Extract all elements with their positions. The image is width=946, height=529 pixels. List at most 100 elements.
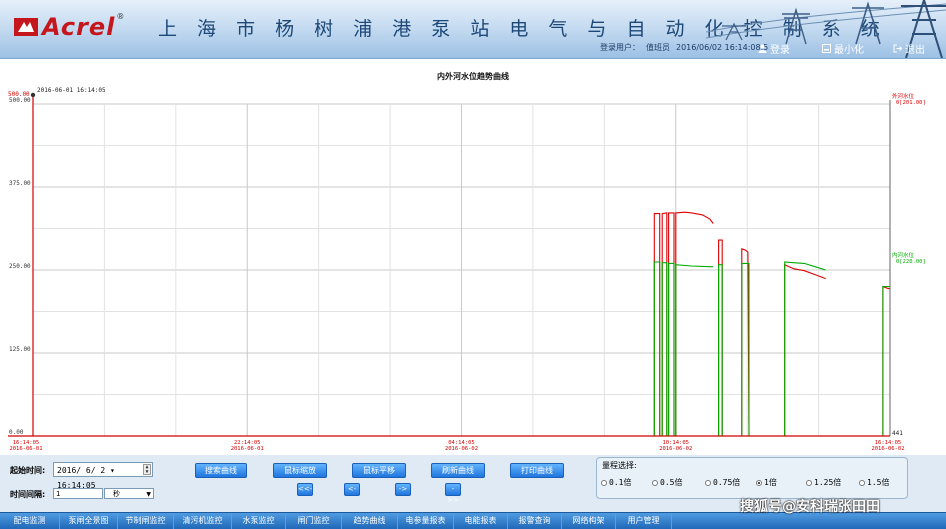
scale-radio-0-5[interactable]: 0.5倍	[652, 477, 682, 488]
scale-option-label: 0.75倍	[713, 478, 741, 487]
mouse-pan-button[interactable]: 鼠标平移	[352, 463, 406, 478]
minimize-label: 最小化	[834, 45, 864, 56]
exit-button[interactable]: 退出	[893, 41, 925, 56]
interval-input[interactable]: 1	[53, 488, 103, 499]
x-tick-date-label: 2016-06-02	[445, 446, 478, 452]
nav-item-4[interactable]: 水泵监控	[232, 513, 286, 529]
scale-label: 量程选择:	[602, 461, 637, 470]
nav-item-1[interactable]: 泵闸全景图	[60, 513, 118, 529]
nav-item-0[interactable]: 配电监测	[0, 513, 60, 529]
time-spinner-icon[interactable]: ▲ ▼	[143, 464, 151, 475]
registered-mark: ®	[116, 12, 125, 21]
scale-radio-0-1[interactable]: 0.1倍	[601, 477, 631, 488]
radio-circle-icon	[806, 479, 812, 486]
print-curve-button[interactable]: 打印曲线	[510, 463, 564, 478]
nav-prev-button[interactable]: <-	[344, 483, 360, 496]
nav-first-button[interactable]: <<-	[297, 483, 313, 496]
nav-last-button[interactable]: ->>	[445, 483, 461, 504]
nav-item-11[interactable]: 用户管理	[616, 513, 672, 529]
start-time-label: 起始时间:	[10, 466, 46, 475]
trend-chart-panel[interactable]: 内外河水位趋势曲线 500.00 375.00 250.00 125.00 0.00 50…	[0, 59, 946, 455]
y-tick-label: 250.00	[9, 263, 31, 270]
series-legend-value: 0[201.00]	[896, 100, 926, 106]
app-header: Acrel ® 上 海 市 杨 树 浦 港 泵 站 电 气 与 自 动 化 控 …	[0, 0, 946, 59]
scale-radio-1-5[interactable]: 1.5倍	[859, 477, 889, 488]
exit-icon	[893, 44, 902, 53]
y-tick-label: 0.00	[9, 429, 24, 436]
y-tick-label: 125.00	[9, 346, 31, 353]
x-tick-date-label: 2016-06-01	[231, 446, 264, 452]
interval-label: 时间间隔:	[10, 490, 46, 499]
series-line-outer	[675, 211, 714, 436]
series-legend-name: 内河水位	[892, 251, 915, 259]
brand-name: Acrel	[42, 13, 116, 41]
watermark-text: 搜狐号@安科瑞张田田	[740, 499, 880, 515]
series-line-inner	[718, 264, 723, 436]
nav-item-5[interactable]: 闸门监控	[286, 513, 342, 529]
y-top-marker: 500.00	[8, 91, 30, 98]
nav-next-button[interactable]: ->	[395, 483, 411, 496]
series-line-inner	[653, 261, 661, 436]
acrel-logo: Acrel ®	[14, 12, 124, 42]
login-button[interactable]: 登录	[758, 41, 790, 56]
nav-item-3[interactable]: 清污机监控	[174, 513, 232, 529]
nav-item-7[interactable]: 电参量报表	[398, 513, 454, 529]
radio-circle-icon	[652, 479, 658, 486]
start-time-value: 2016/ 6/ 2 ▾ 16:14:05	[57, 466, 115, 490]
series-line-outer	[741, 248, 750, 437]
nav-item-2[interactable]: 节制闸监控	[118, 513, 174, 529]
series-line-outer	[882, 285, 890, 436]
radio-circle-icon	[601, 479, 607, 486]
water-level-trend-chart[interactable]: 内外河水位趋势曲线 500.00 375.00 250.00 125.00 0.00 50…	[0, 59, 946, 455]
scale-option-label: 0.1倍	[609, 478, 632, 487]
chart-title: 内外河水位趋势曲线	[437, 71, 509, 81]
current-datetime: 2016/06/02 16:14:08.5	[676, 43, 769, 52]
chevron-down-icon: ▼	[146, 491, 151, 498]
scale-option-label: 1.5倍	[867, 478, 890, 487]
y-tick-label: 375.00	[9, 180, 31, 187]
nav-item-8[interactable]: 电能报表	[454, 513, 508, 529]
series-legend-name: 外河水位	[892, 92, 915, 100]
series-line-outer	[668, 212, 675, 436]
scale-radio-1[interactable]: 1倍	[756, 477, 777, 488]
nav-item-9[interactable]: 报警查询	[508, 513, 562, 529]
refresh-curve-button[interactable]: 刷新曲线	[431, 463, 485, 478]
search-curve-button[interactable]: 搜索曲线	[195, 463, 247, 478]
series-line-inner	[675, 264, 714, 436]
login-user: 值班员	[646, 43, 670, 52]
exit-label: 退出	[905, 45, 925, 56]
start-time-picker[interactable]: 2016/ 6/ 2 ▾ 16:14:05 ▲ ▼	[53, 462, 153, 490]
login-info: 登录用户： 值班员 2016/06/02 16:14:08.5	[600, 42, 774, 53]
mouse-zoom-button[interactable]: 鼠标缩放	[273, 463, 327, 478]
x-end-marker: 441	[892, 430, 903, 437]
scale-radio-0-75[interactable]: 0.75倍	[705, 477, 740, 488]
series-line-inner	[668, 262, 675, 436]
series-line-outer	[784, 263, 826, 436]
x-tick-date-label: 2016-06-01	[9, 446, 42, 452]
series-legend-value: 0[220.00]	[896, 259, 926, 265]
x-tick-date-label: 2016-06-02	[659, 446, 692, 452]
cursor-handle-icon	[30, 92, 36, 98]
nav-item-10[interactable]: 网络构架	[562, 513, 616, 529]
series-line-inner	[784, 261, 826, 436]
interval-unit-select[interactable]: 秒 ▼	[104, 488, 154, 499]
scale-radio-1-25[interactable]: 1.25倍	[806, 477, 841, 488]
nav-item-6[interactable]: 趋势曲线	[342, 513, 398, 529]
series-line-outer	[653, 213, 661, 436]
scale-option-label: 1.25倍	[814, 478, 842, 487]
login-user-label: 登录用户：	[600, 43, 640, 52]
series-line-inner	[661, 262, 668, 436]
interval-unit-value: 秒	[113, 490, 120, 498]
acrel-logo-mark-icon	[14, 16, 38, 38]
scale-selection-group: 量程选择: 0.1倍 0.5倍 0.75倍 1倍 1.25倍 1.5倍	[596, 457, 908, 499]
x-tick-date-label: 2016-06-02	[871, 446, 904, 452]
series-line-outer	[661, 212, 668, 436]
scale-option-label: 1倍	[764, 478, 777, 487]
y-tick-label: 500.00	[9, 97, 31, 104]
series-line-inner	[882, 286, 890, 436]
minimize-icon	[822, 44, 831, 53]
radio-circle-icon	[705, 479, 711, 486]
minimize-button[interactable]: 最小化	[822, 41, 864, 56]
login-label: 登录	[770, 45, 790, 56]
user-icon	[758, 44, 767, 53]
